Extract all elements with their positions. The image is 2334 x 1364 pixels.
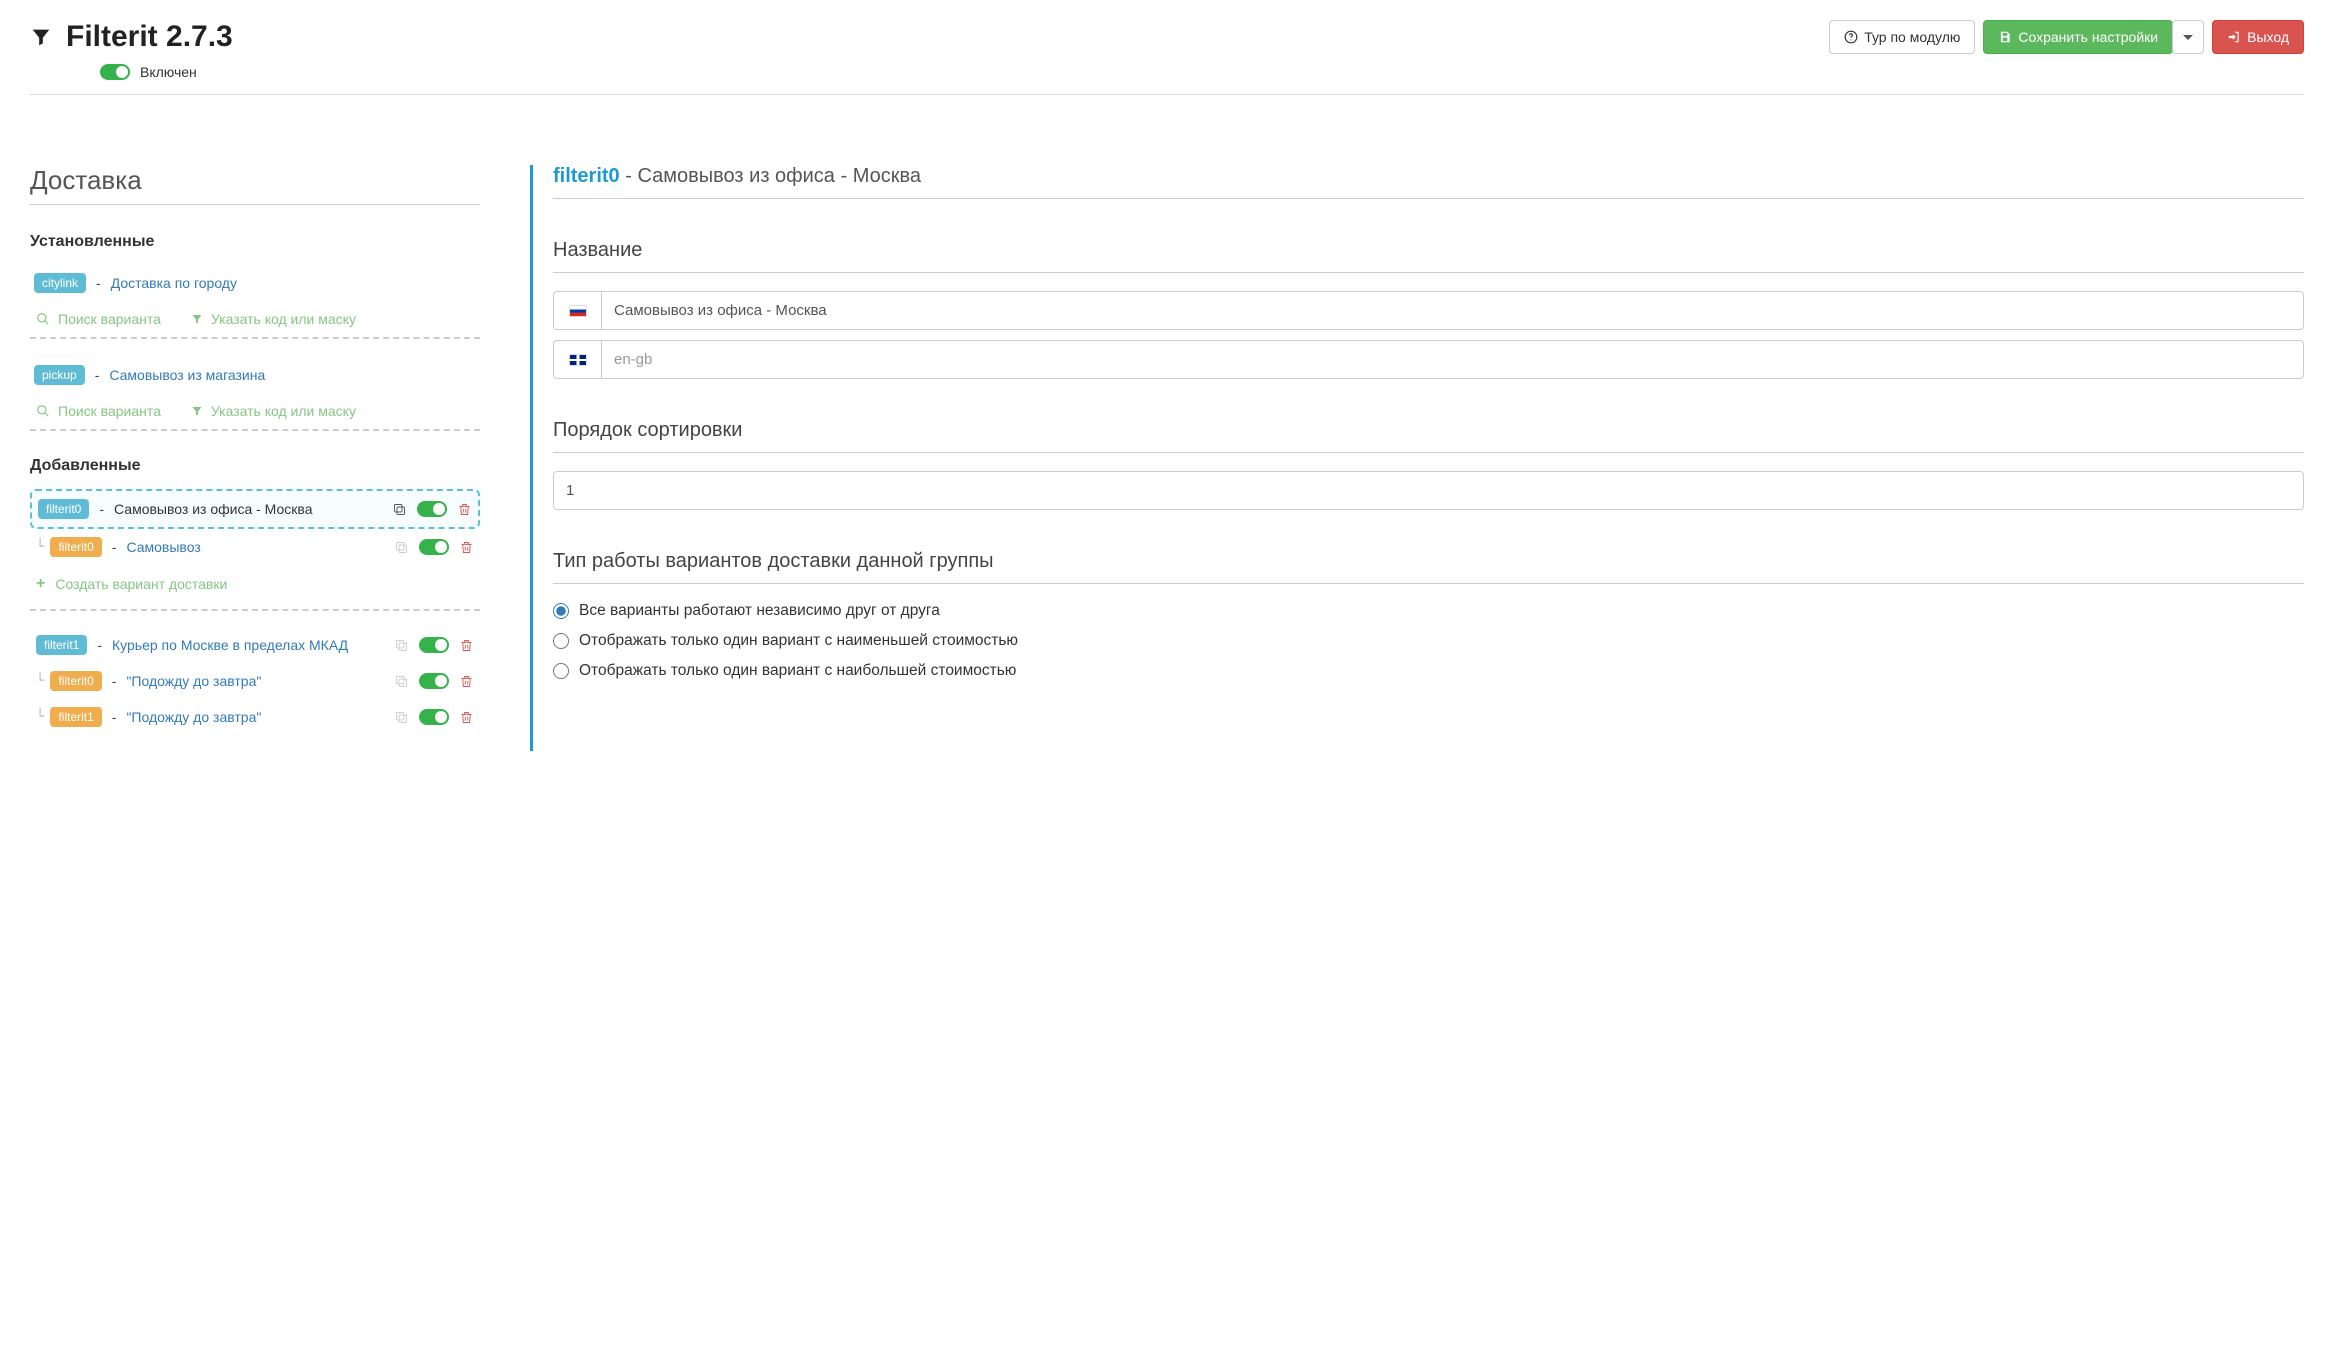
trash-icon[interactable] [459, 638, 474, 653]
tree-connector-icon: └ [36, 673, 44, 689]
shipping-link[interactable]: Доставка по городу [111, 275, 237, 291]
flag-ru-icon [569, 305, 587, 317]
installed-row: pickup-Самовывоз из магазина [30, 357, 480, 393]
group-code-badge: filterit0 [38, 499, 89, 519]
group-code-badge: filterit1 [36, 635, 87, 655]
module-enabled-toggle[interactable] [100, 64, 130, 80]
copy-icon[interactable] [394, 638, 409, 653]
trash-icon[interactable] [459, 710, 474, 725]
installed-actions: Поиск варианта Указать код или маску [30, 301, 480, 339]
sort-heading: Порядок сортировки [553, 419, 2304, 453]
create-variant-link[interactable]: +Создать вариант доставки [30, 565, 480, 611]
trash-icon[interactable] [459, 540, 474, 555]
plus-icon: + [36, 575, 45, 593]
tree-connector-icon: └ [36, 539, 44, 555]
child-label[interactable]: "Подожду до завтра" [126, 709, 261, 725]
child-code-badge: filterit0 [50, 537, 101, 557]
added-child-row[interactable]: └filterit0-"Подожду до завтра" [30, 663, 480, 699]
module-enabled-label: Включен [140, 64, 197, 80]
flag-gb-addon [553, 340, 601, 379]
enabled-toggle[interactable] [419, 539, 449, 555]
copy-icon[interactable] [394, 540, 409, 555]
header: Filterit 2.7.3 Включен Тур по модулю Сох… [30, 20, 2304, 95]
shipping-link[interactable]: Самовывоз из магазина [109, 367, 265, 383]
delivery-section-title: Доставка [30, 165, 480, 205]
funnel-icon [30, 26, 52, 48]
logout-icon [2227, 30, 2241, 44]
exit-button[interactable]: Выход [2212, 20, 2304, 54]
mode-option[interactable]: Отображать только один вариант с наимень… [553, 632, 2304, 650]
sort-input[interactable] [553, 471, 2304, 510]
name-input-ru[interactable] [601, 291, 2304, 330]
mode-radio[interactable] [553, 633, 569, 649]
page-title: Filterit 2.7.3 [66, 20, 233, 54]
tour-button[interactable]: Тур по модулю [1829, 20, 1975, 54]
enabled-toggle[interactable] [419, 709, 449, 725]
name-heading: Название [553, 239, 2304, 273]
enabled-toggle[interactable] [417, 501, 447, 517]
search-icon [36, 404, 50, 418]
name-input-en[interactable] [601, 340, 2304, 379]
added-child-row[interactable]: └filterit1-"Подожду до завтра" [30, 699, 480, 735]
chevron-down-icon [2183, 35, 2193, 40]
added-group-row[interactable]: filterit0-Самовывоз из офиса - Москва [30, 489, 480, 529]
search-variant-link[interactable]: Поиск варианта [36, 403, 161, 419]
mode-option[interactable]: Отображать только один вариант с наиболь… [553, 662, 2304, 680]
search-variant-link[interactable]: Поиск варианта [36, 311, 161, 327]
shipping-code-badge: pickup [34, 365, 85, 385]
enabled-toggle[interactable] [419, 637, 449, 653]
search-icon [36, 312, 50, 326]
shipping-code-badge: citylink [34, 273, 86, 293]
added-heading: Добавленные [30, 457, 480, 475]
mode-option[interactable]: Все варианты работают независимо друг от… [553, 602, 2304, 620]
enabled-toggle[interactable] [419, 673, 449, 689]
save-icon [1998, 30, 2012, 44]
flag-ru-addon [553, 291, 601, 330]
trash-icon[interactable] [457, 502, 472, 517]
child-code-badge: filterit0 [50, 671, 101, 691]
mode-heading: Тип работы вариантов доставки данной гру… [553, 550, 2304, 584]
trash-icon[interactable] [459, 674, 474, 689]
child-code-badge: filterit1 [50, 707, 101, 727]
question-icon [1844, 30, 1858, 44]
right-panel-title: filterit0 - Самовывоз из офиса - Москва [553, 165, 2304, 199]
child-label[interactable]: Самовывоз [126, 539, 200, 555]
group-label: Самовывоз из офиса - Москва [114, 501, 312, 517]
specify-mask-link[interactable]: Указать код или маску [191, 311, 356, 327]
installed-row: citylink-Доставка по городу [30, 265, 480, 301]
tree-connector-icon: └ [36, 709, 44, 725]
added-child-row[interactable]: └filterit0-Самовывоз [30, 529, 480, 565]
flag-gb-icon [569, 354, 587, 366]
copy-icon[interactable] [392, 502, 407, 517]
mode-radio[interactable] [553, 663, 569, 679]
added-group-row[interactable]: filterit1-Курьер по Москве в пределах МК… [30, 627, 480, 663]
save-caret-button[interactable] [2172, 20, 2204, 54]
child-label[interactable]: "Подожду до завтра" [126, 673, 261, 689]
installed-heading: Установленные [30, 233, 480, 251]
mode-radio[interactable] [553, 603, 569, 619]
copy-icon[interactable] [394, 674, 409, 689]
right-panel-code: filterit0 [553, 165, 620, 187]
installed-actions: Поиск варианта Указать код или маску [30, 393, 480, 431]
save-button[interactable]: Сохранить настройки [1983, 20, 2173, 54]
specify-mask-link[interactable]: Указать код или маску [191, 403, 356, 419]
funnel-icon [191, 313, 203, 325]
funnel-icon [191, 405, 203, 417]
group-label[interactable]: Курьер по Москве в пределах МКАД [112, 637, 348, 653]
copy-icon[interactable] [394, 710, 409, 725]
